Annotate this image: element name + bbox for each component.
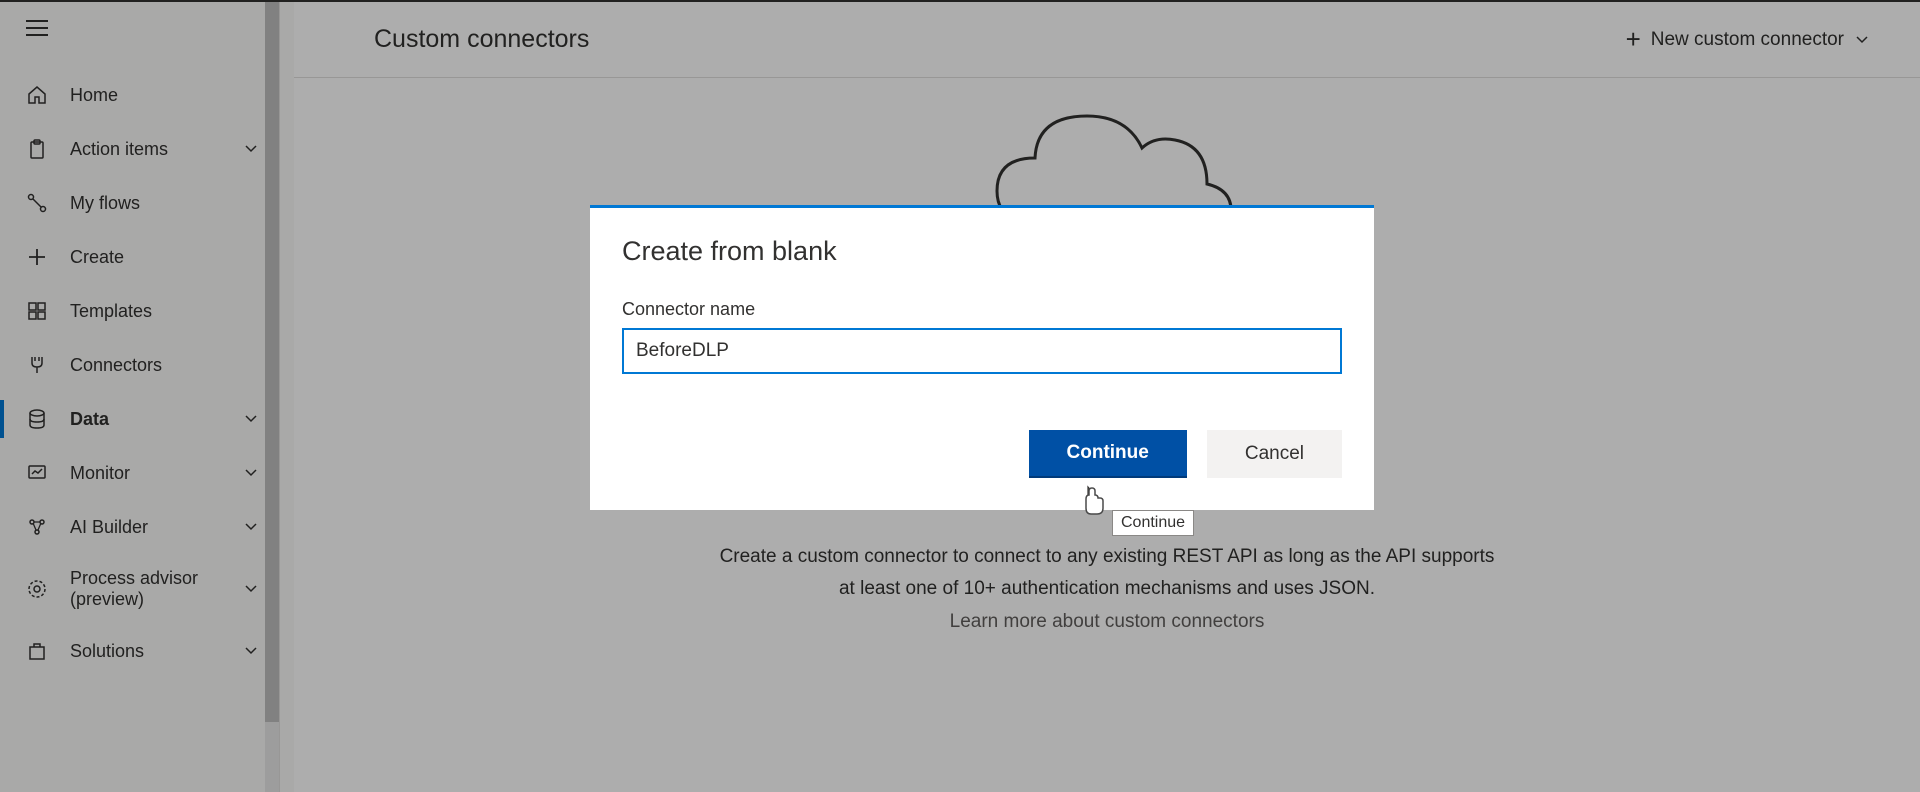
cancel-button[interactable]: Cancel	[1207, 430, 1342, 478]
connector-name-label: Connector name	[622, 299, 1342, 320]
connector-name-input[interactable]	[622, 328, 1342, 374]
continue-button[interactable]: Continue	[1029, 430, 1187, 478]
tooltip: Continue	[1112, 510, 1194, 536]
modal-actions: Continue Cancel	[622, 430, 1342, 478]
modal-title: Create from blank	[622, 236, 1342, 267]
create-from-blank-modal: Create from blank Connector name Continu…	[590, 205, 1374, 510]
